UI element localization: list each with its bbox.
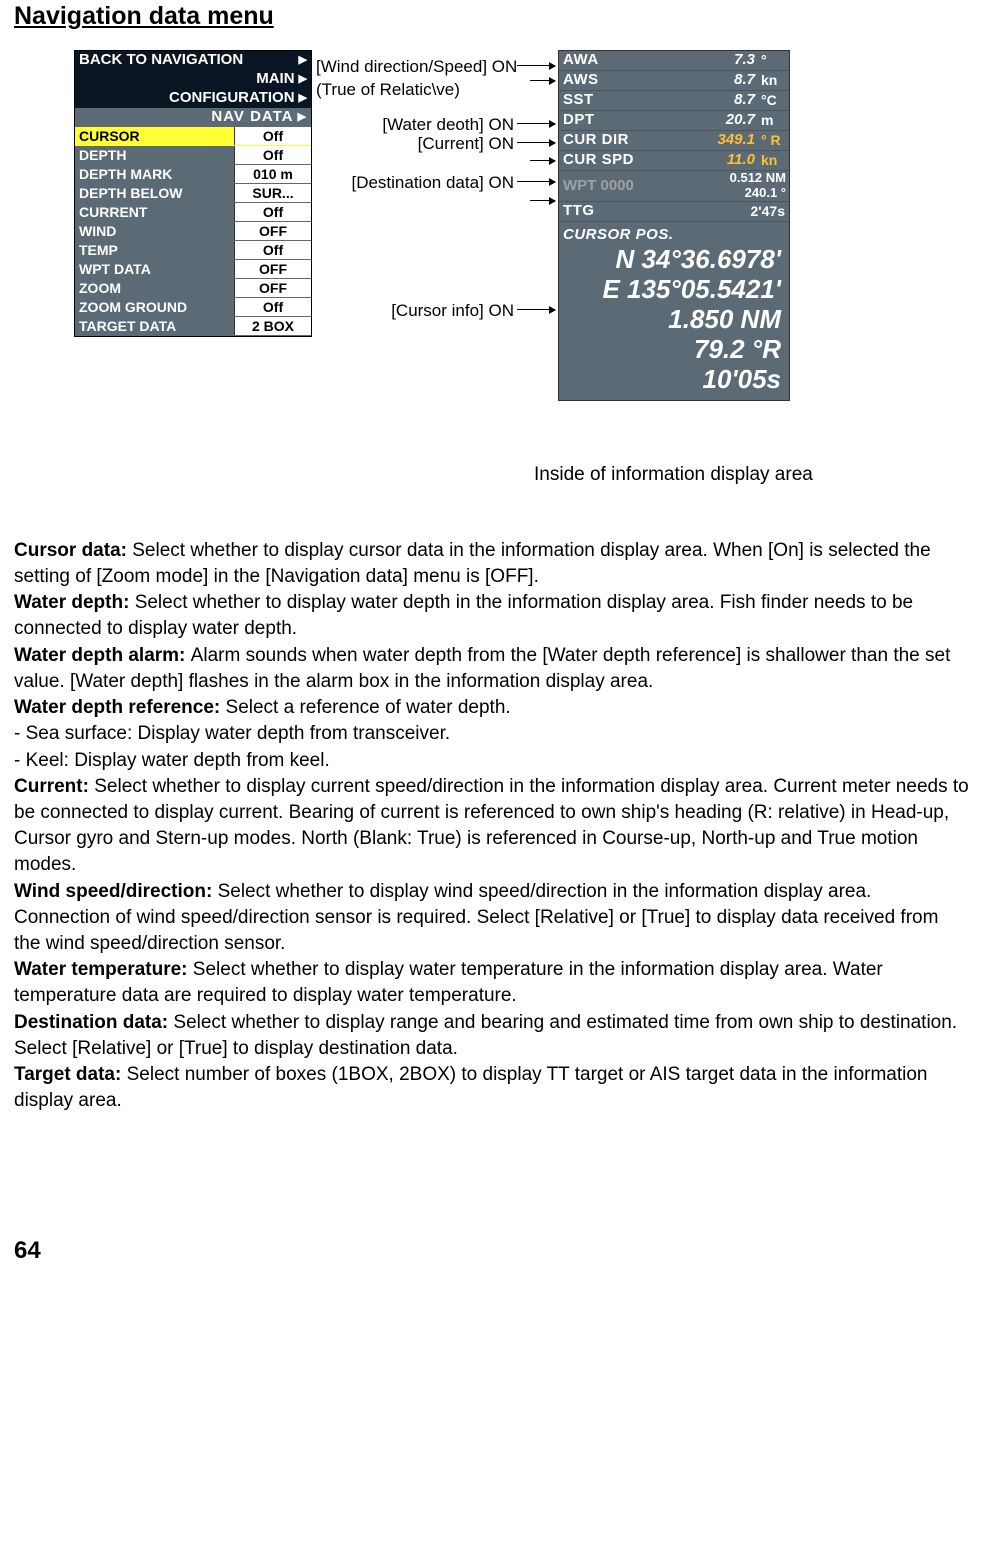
annot-wind: [Wind direction/Speed] ON (True of Relat… xyxy=(316,56,517,102)
nav-menu: BACK TO NAVIGATION▶ MAIN▶ CONFIGURATION▶… xyxy=(74,50,312,337)
info-row-curspd: CUR SPD11.0kn xyxy=(559,151,789,171)
arrow-line xyxy=(530,200,555,201)
section-title: Navigation data menu xyxy=(0,0,984,46)
menu-item-wpt-data[interactable]: WPT DATAOFF xyxy=(75,260,311,279)
menu-navdata-header: NAV DATA▶ xyxy=(75,108,311,127)
menu-item-zoom-ground[interactable]: ZOOM GROUNDOff xyxy=(75,298,311,317)
info-row-awa: AWA7.3° xyxy=(559,51,789,71)
menu-item-depth-mark[interactable]: DEPTH MARK010 m xyxy=(75,165,311,184)
cursor-pos-header: CURSOR POS. xyxy=(559,222,789,245)
annot-cursor: [Cursor info] ON xyxy=(374,300,514,323)
figure-area: BACK TO NAVIGATION▶ MAIN▶ CONFIGURATION▶… xyxy=(0,50,984,488)
info-row-dpt: DPT20.7m xyxy=(559,111,789,131)
menu-item-zoom[interactable]: ZOOMOFF xyxy=(75,279,311,298)
menu-main[interactable]: MAIN▶ xyxy=(75,70,311,89)
info-row-curdir: CUR DIR349.1° R xyxy=(559,131,789,151)
arrow-icon: ▶ xyxy=(299,72,307,87)
arrow-line xyxy=(517,181,555,182)
arrow-line xyxy=(517,142,555,143)
arrow-icon: ▶ xyxy=(299,91,307,106)
info-row-aws: AWS8.7kn xyxy=(559,71,789,91)
annot-current: [Current] ON xyxy=(374,133,514,156)
menu-item-wind[interactable]: WINDOFF xyxy=(75,222,311,241)
arrow-line xyxy=(517,65,555,66)
annot-dest: [Destination data] ON xyxy=(340,172,514,195)
info-row-sst: SST8.7°C xyxy=(559,91,789,111)
arrow-line xyxy=(530,80,555,81)
arrow-line xyxy=(517,123,555,124)
menu-item-depth-below[interactable]: DEPTH BELOWSUR... xyxy=(75,184,311,203)
menu-item-temp[interactable]: TEMPOff xyxy=(75,241,311,260)
menu-item-target-data[interactable]: TARGET DATA2 BOX xyxy=(75,317,311,336)
info-row-wpt: WPT 00000.512 NM240.1 ° xyxy=(559,171,789,202)
menu-item-cursor[interactable]: CURSOROff xyxy=(75,127,311,146)
body-text: Cursor data: Select whether to display c… xyxy=(0,488,984,1115)
arrow-line xyxy=(517,309,555,310)
menu-back[interactable]: BACK TO NAVIGATION▶ xyxy=(75,51,311,70)
menu-config[interactable]: CONFIGURATION▶ xyxy=(75,89,311,108)
menu-item-current[interactable]: CURRENTOff xyxy=(75,203,311,222)
arrow-line xyxy=(530,160,555,161)
cursor-pos-body: N 34°36.6978' E 135°05.5421' 1.850 NM 79… xyxy=(559,245,789,398)
figure-caption: Inside of information display area xyxy=(534,462,813,488)
back-arrow-icon: ▶ xyxy=(299,53,307,68)
info-display: AWA7.3° AWS8.7kn SST8.7°C DPT20.7m CUR D… xyxy=(558,50,790,402)
menu-item-depth[interactable]: DEPTHOff xyxy=(75,146,311,165)
info-row-ttg: TTG2'47s xyxy=(559,202,789,222)
page-number: 64 xyxy=(0,1235,984,1267)
